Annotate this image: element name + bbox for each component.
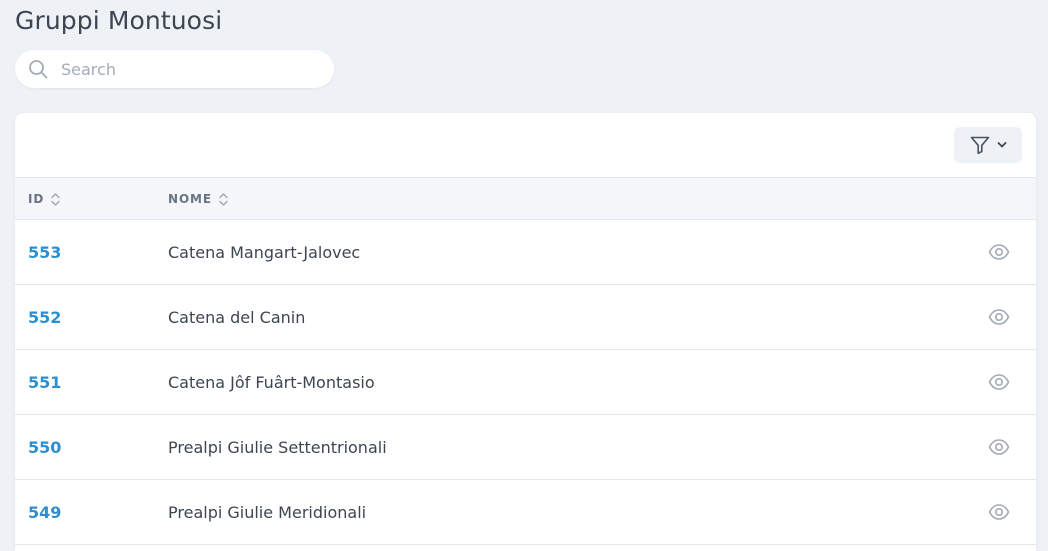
- row-nome: Prealpi Giulie Settentrionali: [168, 437, 387, 457]
- row-id-link[interactable]: 550: [28, 415, 61, 479]
- table-row: 552 Catena del Canin: [15, 285, 1036, 350]
- table-header: ID Nome: [15, 177, 1036, 220]
- table-row: 549 Prealpi Giulie Meridionali: [15, 480, 1036, 545]
- table-body: 553 Catena Mangart-Jalovec 552 Catena de…: [15, 220, 1036, 545]
- row-nome: Prealpi Giulie Meridionali: [168, 502, 367, 522]
- column-header-id[interactable]: ID: [28, 178, 60, 220]
- search-box: [15, 50, 334, 88]
- page: Gruppi Montuosi ID: [0, 0, 1048, 551]
- table-toolbar: [15, 113, 1036, 177]
- chevron-down-icon: [997, 142, 1007, 148]
- filter-button[interactable]: [954, 127, 1022, 163]
- row-id-link[interactable]: 549: [28, 480, 61, 544]
- search-input[interactable]: [61, 50, 321, 88]
- row-nome: Catena Jôf Fuârt-Montasio: [168, 372, 375, 392]
- sort-icon: [219, 192, 228, 206]
- table-row: 553 Catena Mangart-Jalovec: [15, 220, 1036, 285]
- page-title: Gruppi Montuosi: [15, 6, 223, 35]
- column-header-label: ID: [28, 192, 45, 206]
- eye-icon[interactable]: [988, 306, 1010, 328]
- row-nome: Catena del Canin: [168, 307, 306, 327]
- funnel-icon: [970, 136, 990, 155]
- row-id-link[interactable]: 551: [28, 350, 61, 414]
- row-nome: Catena Mangart-Jalovec: [168, 242, 361, 262]
- sort-icon: [51, 192, 60, 206]
- table-row: 551 Catena Jôf Fuârt-Montasio: [15, 350, 1036, 415]
- resource-table-card: ID Nome 553 Catena Mangart-Jalovec: [15, 113, 1036, 551]
- search-icon: [29, 60, 48, 79]
- eye-icon[interactable]: [988, 501, 1010, 523]
- eye-icon[interactable]: [988, 371, 1010, 393]
- eye-icon[interactable]: [988, 436, 1010, 458]
- table-row: 550 Prealpi Giulie Settentrionali: [15, 415, 1036, 480]
- column-header-nome[interactable]: Nome: [168, 178, 228, 220]
- row-id-link[interactable]: 553: [28, 220, 61, 284]
- column-header-label: Nome: [168, 192, 212, 206]
- eye-icon[interactable]: [988, 241, 1010, 263]
- row-id-link[interactable]: 552: [28, 285, 61, 349]
